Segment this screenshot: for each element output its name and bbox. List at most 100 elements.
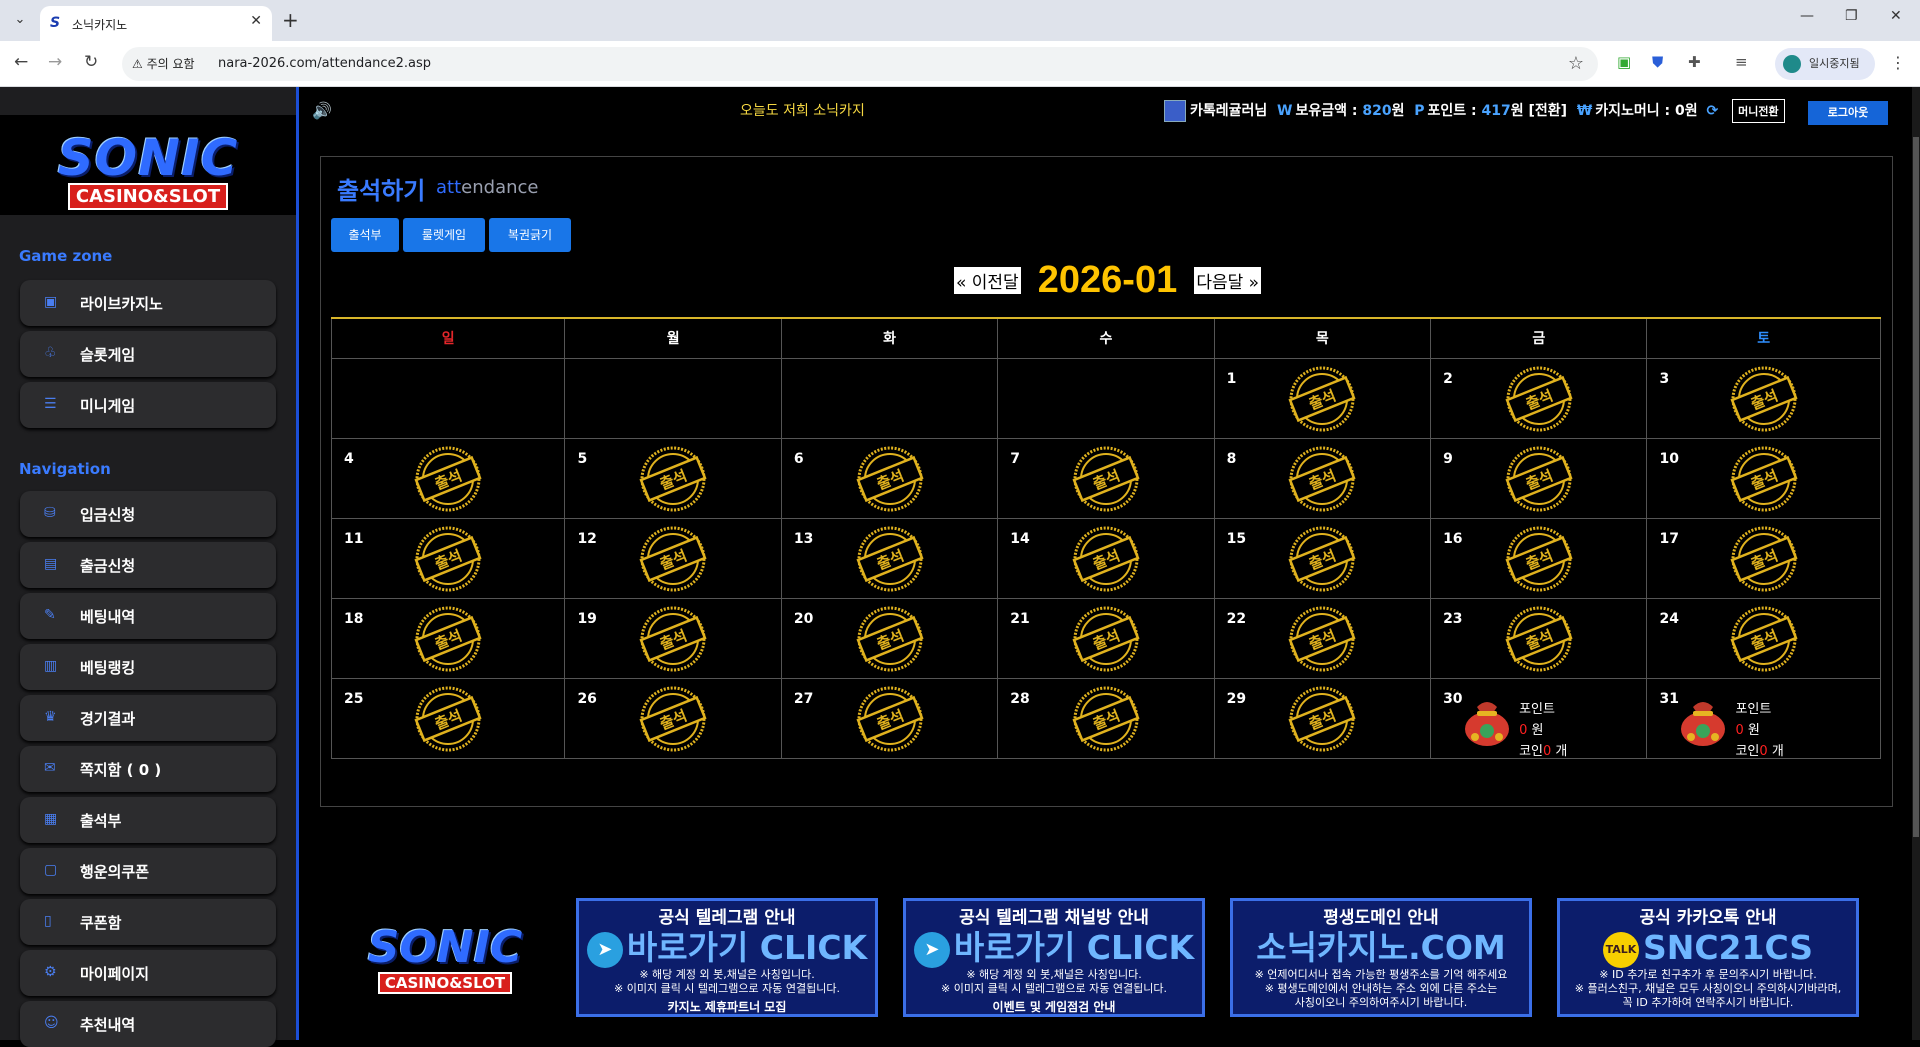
calendar-day-cell[interactable]: 21 출석: [997, 597, 1215, 679]
extension-icon[interactable]: ▣: [1617, 53, 1631, 71]
security-warning[interactable]: ⚠ 주의 요함: [132, 55, 195, 72]
promo-banner[interactable]: 공식 텔레그램 채널방 안내 ➤ 바로가기 CLICK ※ 해당 계정 외 봇,채널은…: [903, 898, 1205, 1017]
sidebar-item-label: 경기결과: [80, 710, 136, 728]
prev-month-link[interactable]: « 이전달: [953, 267, 1021, 294]
site-logo[interactable]: SONIC CASINO&SLOT: [0, 115, 296, 215]
calendar-day-cell[interactable]: 4 출석: [330, 437, 566, 519]
new-tab-icon[interactable]: +: [282, 8, 299, 32]
back-icon[interactable]: ←: [14, 52, 28, 72]
refresh-icon[interactable]: ⟳: [1707, 103, 1719, 119]
sidebar-item[interactable]: ✎ 베팅내역: [20, 593, 276, 639]
media-icon[interactable]: ≡: [1735, 53, 1748, 71]
attendance-stamp-icon: 출석: [639, 446, 707, 511]
logout-button[interactable]: 로그아웃: [1808, 101, 1888, 125]
sidebar-item[interactable]: ♧ 슬롯게임: [20, 331, 276, 377]
tab-attendance[interactable]: 출석부: [331, 218, 399, 252]
calendar-day-cell[interactable]: 18 출석: [330, 597, 566, 679]
banner-main: TALK SNC21CS: [1560, 928, 1856, 968]
balance-label: 보유금액 :: [1295, 103, 1358, 119]
tab-roulette[interactable]: 룰렛게임: [403, 218, 485, 252]
forward-icon[interactable]: →: [48, 52, 62, 72]
sidebar-item[interactable]: ▯ 쿠폰함: [20, 899, 276, 945]
attendance-stamp-icon: 출석: [1505, 526, 1573, 591]
calendar-day-cell[interactable]: 30 포인트 0 원 코인0 개: [1430, 677, 1648, 759]
calendar-day-cell[interactable]: 26 출석: [564, 677, 782, 759]
calendar-day-cell[interactable]: 14 출석: [997, 517, 1215, 599]
calendar-day-cell[interactable]: 20 출석: [780, 597, 999, 679]
reload-icon[interactable]: ↻: [84, 52, 98, 72]
day-number: 12: [577, 530, 597, 547]
sidebar-item[interactable]: ☰ 미니게임: [20, 382, 276, 428]
profile-button[interactable]: 일시중지됨: [1775, 48, 1875, 80]
sidebar-item[interactable]: ▤ 출금신청: [20, 542, 276, 588]
calendar-day-cell[interactable]: 1 출석: [1213, 357, 1432, 439]
tab-search-icon[interactable]: ⌄: [8, 8, 32, 32]
sidebar-item[interactable]: ▢ 행운의쿠폰: [20, 848, 276, 894]
deposit-icon: ⛁: [44, 505, 56, 521]
calendar-day-cell[interactable]: 7 출석: [997, 437, 1215, 519]
puzzle-icon[interactable]: ✚: [1688, 53, 1701, 71]
calendar-day-cell[interactable]: 27 출석: [780, 677, 999, 759]
sidebar-item[interactable]: ♛ 경기결과: [20, 695, 276, 741]
calendar-day-cell[interactable]: 25 출석: [330, 677, 566, 759]
calendar-day-cell[interactable]: 3 출석: [1646, 357, 1881, 439]
tab-lottery[interactable]: 복권긁기: [489, 218, 571, 252]
calendar-day-cell[interactable]: 28 출석: [997, 677, 1215, 759]
calendar-day-cell[interactable]: 15 출석: [1213, 517, 1432, 599]
restore-icon[interactable]: ❐: [1845, 8, 1858, 24]
next-month-link[interactable]: 다음달 »: [1194, 267, 1262, 294]
point-convert-link[interactable]: [전환]: [1529, 103, 1568, 119]
telegram-icon: ➤: [913, 931, 950, 968]
casino-money-icon: ₩: [1576, 103, 1593, 119]
sidebar-item[interactable]: ▣ 라이브카지노: [20, 280, 276, 326]
calendar-day-cell[interactable]: 22 출석: [1213, 597, 1432, 679]
menu-icon[interactable]: ⋮: [1890, 53, 1906, 72]
minimize-icon[interactable]: —: [1800, 8, 1814, 24]
calendar-day-cell[interactable]: 11 출석: [330, 517, 566, 599]
scrollbar-thumb[interactable]: [1913, 137, 1919, 837]
sidebar-item[interactable]: ✉ 쪽지함 ( 0 ): [20, 746, 276, 792]
sidebar-item[interactable]: ▦ 출석부: [20, 797, 276, 843]
calendar-day-cell[interactable]: 16 출석: [1430, 517, 1648, 599]
banner-note: ※ 이미지 클릭 시 텔레그램으로 자동 연결됩니다.: [941, 982, 1167, 995]
calendar-day-cell[interactable]: 19 출석: [564, 597, 782, 679]
sidebar-item[interactable]: ☺ 추천내역: [20, 1001, 276, 1047]
calendar-day-cell[interactable]: 31 포인트 0 원 코인0 개: [1646, 677, 1881, 759]
sidebar-item-label: 쿠폰함: [80, 914, 122, 932]
calendar-day-cell[interactable]: 10 출석: [1646, 437, 1881, 519]
calendar-day-cell[interactable]: 23 출석: [1430, 597, 1648, 679]
bookmark-star-icon[interactable]: ☆: [1568, 53, 1584, 74]
weekday-header: 화: [780, 317, 999, 359]
calendar-day-cell[interactable]: 29 출석: [1213, 677, 1432, 759]
close-icon[interactable]: ✕: [250, 13, 262, 29]
promo-banner[interactable]: 공식 카카오톡 안내 TALK SNC21CS ※ ID 추가로 친구추가 후 문의주…: [1557, 898, 1859, 1017]
sidebar-item[interactable]: ⛁ 입금신청: [20, 491, 276, 537]
calendar-day-cell[interactable]: 24 출석: [1646, 597, 1881, 679]
calendar-empty-cell: [330, 357, 566, 439]
money-convert-button[interactable]: 머니전환: [1732, 99, 1785, 123]
window-close-icon[interactable]: ✕: [1890, 8, 1902, 24]
calendar-day-cell[interactable]: 5 출석: [564, 437, 782, 519]
omnibox[interactable]: ⚠ 주의 요함 nara-2026.com/attendance2.asp ☆: [122, 47, 1598, 81]
browser-tabbar: ⌄ S 소닉카지노 ✕ + — ❐ ✕: [0, 0, 1920, 41]
footer-logo[interactable]: SONIC CASINO&SLOT: [355, 922, 535, 994]
calendar-day-cell[interactable]: 8 출석: [1213, 437, 1432, 519]
calendar-day-cell[interactable]: 13 출석: [780, 517, 999, 599]
day-number: 3: [1659, 370, 1670, 387]
shield-icon[interactable]: ⛊: [1652, 53, 1663, 71]
calendar-day-cell[interactable]: 12 출석: [564, 517, 782, 599]
promo-banner[interactable]: 평생도메인 안내 소닉카지노.COM ※ 언제어디서나 접속 가능한 평생주소를 기…: [1230, 898, 1532, 1017]
browser-tab[interactable]: S 소닉카지노 ✕: [40, 6, 272, 41]
url-text[interactable]: nara-2026.com/attendance2.asp: [218, 56, 431, 71]
attendance-stamp-icon: 출석: [855, 526, 924, 591]
calendar-day-cell[interactable]: 2 출석: [1430, 357, 1648, 439]
promo-banner[interactable]: 공식 텔레그램 안내 ➤ 바로가기 CLICK ※ 해당 계정 외 봇,채널은 사칭입…: [576, 898, 878, 1017]
calendar-day-cell[interactable]: 9 출석: [1430, 437, 1648, 519]
sidebar-item[interactable]: ⚙ 마이페이지: [20, 950, 276, 996]
calendar-day-cell[interactable]: 17 출석: [1646, 517, 1881, 599]
sidebar-item[interactable]: ▥ 베팅랭킹: [20, 644, 276, 690]
calendar-day-cell[interactable]: 6 출석: [780, 437, 999, 519]
attendance-stamp-icon: 출석: [1288, 686, 1356, 751]
day-number: 16: [1443, 530, 1463, 547]
attendance-stamp-icon: 출석: [414, 446, 482, 511]
